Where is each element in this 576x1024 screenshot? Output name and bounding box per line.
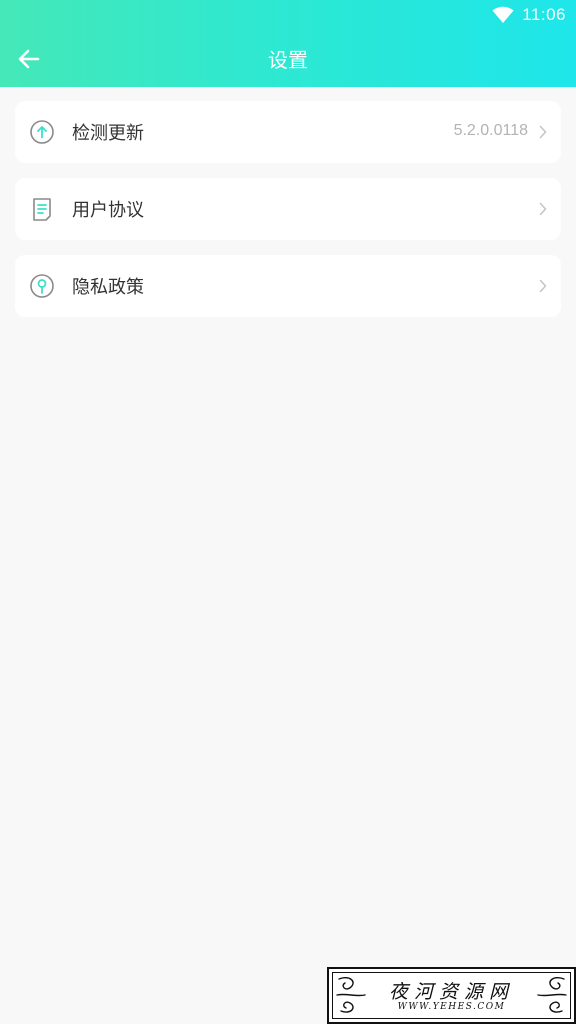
watermark-badge: 夜河资源网 WWW.YEHES.COM	[327, 967, 576, 1024]
status-bar: 11:06	[0, 0, 576, 32]
settings-item-label: 隐私政策	[72, 277, 144, 298]
chevron-right-icon	[539, 125, 547, 139]
watermark-url: WWW.YEHES.COM	[397, 1002, 506, 1012]
wifi-icon	[492, 6, 514, 23]
settings-item-check-update[interactable]: 检测更新 5.2.0.0118	[15, 101, 561, 163]
upload-circle-icon	[30, 120, 54, 144]
document-icon	[33, 198, 51, 221]
chevron-right-icon	[539, 279, 547, 293]
settings-item-privacy-policy[interactable]: 隐私政策	[15, 255, 561, 317]
version-value: 5.2.0.0118	[453, 122, 528, 139]
chevron-right-icon	[539, 202, 547, 216]
privacy-key-icon	[30, 274, 54, 298]
status-time: 11:06	[522, 5, 566, 24]
page-title: 设置	[268, 48, 308, 72]
app-header: 11:06 设置	[0, 0, 576, 87]
settings-item-label: 检测更新	[72, 123, 144, 144]
settings-item-user-agreement[interactable]: 用户协议	[15, 178, 561, 240]
settings-item-label: 用户协议	[72, 200, 144, 221]
watermark-title: 夜河资源网	[388, 981, 514, 1003]
